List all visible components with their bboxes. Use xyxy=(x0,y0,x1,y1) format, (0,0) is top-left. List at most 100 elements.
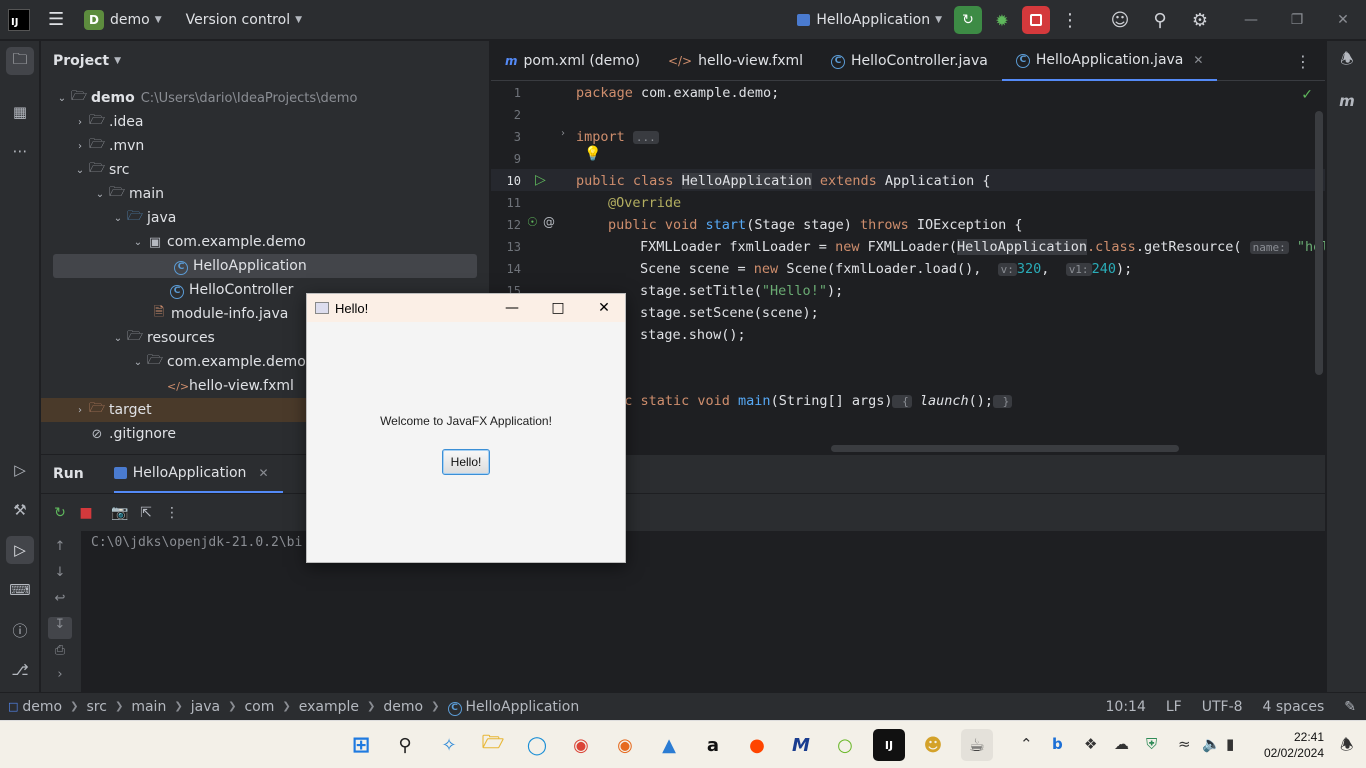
photos-icon[interactable]: ▲ xyxy=(653,729,685,761)
maximize-button[interactable]: ❐ xyxy=(1274,12,1320,28)
search-icon[interactable]: ⚲ xyxy=(1140,10,1180,31)
caret-position[interactable]: 10:14 xyxy=(1106,699,1146,715)
line-separator[interactable]: LF xyxy=(1166,699,1182,715)
tab-options-icon[interactable]: ⋮ xyxy=(1295,52,1311,71)
pea-app-icon[interactable]: ○ xyxy=(829,729,861,761)
fold-chevron-icon[interactable]: › xyxy=(561,128,565,139)
code-area[interactable]: package com.example.demo; import ... pub… xyxy=(576,82,1325,454)
debug-button[interactable]: ✹ xyxy=(988,6,1016,34)
project-badge[interactable]: D xyxy=(84,9,104,30)
breadcrumb-item[interactable]: com xyxy=(244,699,274,715)
tree-item-demo[interactable]: ⌄ 🗁 demo C:\Users\dario\IdeaProjects\dem… xyxy=(41,86,489,110)
soft-wrap-icon[interactable]: ↩ xyxy=(48,591,72,613)
more-icon[interactable]: ⋮ xyxy=(159,505,185,521)
arrow-down-icon[interactable]: ↓ xyxy=(48,565,72,587)
lock-icon[interactable]: ✎ xyxy=(1344,699,1356,715)
hello-button[interactable]: Hello! xyxy=(442,449,490,475)
security-shield-icon[interactable]: ⛨ xyxy=(1146,735,1157,753)
breadcrumb-item[interactable]: HelloApplication xyxy=(466,699,580,715)
folded-imports[interactable]: ... xyxy=(632,131,659,144)
wifi-icon[interactable]: ≈ xyxy=(1178,735,1191,753)
run-tab-helloapplication[interactable]: HelloApplication ✕ xyxy=(113,455,283,493)
tree-item-src[interactable]: ⌄ 🗁 src xyxy=(41,158,489,182)
amazon-icon[interactable]: a xyxy=(697,729,729,761)
problems-tool-icon[interactable]: ⓘ xyxy=(6,616,34,644)
fx-minimize-button[interactable]: — xyxy=(489,294,535,322)
print-icon[interactable]: ⎙ xyxy=(48,643,72,665)
tree-item-main[interactable]: ⌄ 🗁 main xyxy=(41,182,489,206)
console-output[interactable]: C:\0\jdks\openjdk-21.0.2\bi xyxy=(81,531,1325,692)
minimize-button[interactable]: — xyxy=(1228,12,1274,28)
chevron-down-icon[interactable]: ⌄ xyxy=(131,357,145,368)
intellij-taskbar-icon[interactable]: IJ xyxy=(873,729,905,761)
main-menu-icon[interactable]: ☰ xyxy=(48,9,66,30)
run-config-selector[interactable]: HelloApplication ▼ xyxy=(797,12,942,28)
app-m-icon[interactable]: M xyxy=(785,729,817,761)
rerun-button[interactable]: ↻ xyxy=(954,6,982,34)
terminal-tool-icon[interactable]: ⌨ xyxy=(6,576,34,604)
chevron-right-icon[interactable]: › xyxy=(73,405,87,416)
tree-item-java[interactable]: ⌄ 🗁 java xyxy=(41,206,489,230)
notifications-bell-icon[interactable]: 🕭 xyxy=(1333,47,1361,75)
chrome-browser-icon[interactable]: ◉ xyxy=(565,729,597,761)
breadcrumb-item[interactable]: java xyxy=(191,699,220,715)
tree-item-idea[interactable]: › 🗁 .idea xyxy=(41,110,489,134)
tree-item-mvn[interactable]: › 🗁 .mvn xyxy=(41,134,489,158)
chevron-down-icon[interactable]: ⌄ xyxy=(73,165,87,176)
chevron-right-icon[interactable]: › xyxy=(48,667,72,689)
maven-tool-icon[interactable]: m xyxy=(1333,87,1361,115)
tree-item-package[interactable]: ⌄ ▣ com.example.demo xyxy=(41,230,489,254)
search-icon[interactable]: ⚲ xyxy=(389,729,421,761)
breadcrumb-item[interactable]: main xyxy=(131,699,166,715)
fx-maximize-button[interactable]: □ xyxy=(535,294,581,322)
more-actions-icon[interactable]: ⋮ xyxy=(1050,10,1090,31)
volume-icon[interactable]: 🔈 xyxy=(1202,735,1221,753)
close-tab-icon[interactable]: ✕ xyxy=(258,466,268,480)
indent-setting[interactable]: 4 spaces xyxy=(1263,699,1325,715)
project-name-dropdown[interactable]: demo xyxy=(110,12,150,28)
reddit-icon[interactable]: ● xyxy=(741,729,773,761)
tab-hellocontroller-java[interactable]: C HelloController.java xyxy=(817,41,1002,81)
build-tool-icon[interactable]: ⚒ xyxy=(6,496,34,524)
annotation-gutter-icon[interactable]: @ xyxy=(543,215,555,229)
firefox-browser-icon[interactable]: ◉ xyxy=(609,729,641,761)
stop-button[interactable] xyxy=(1022,6,1050,34)
chevron-right-icon[interactable]: › xyxy=(73,117,87,128)
git-tool-icon[interactable]: ⎇ xyxy=(6,656,34,684)
chevron-down-icon[interactable]: ⌄ xyxy=(111,213,125,224)
close-tab-icon[interactable]: ✕ xyxy=(1193,53,1203,67)
structure-tool-icon[interactable]: ▦ xyxy=(6,98,34,126)
chevron-down-icon[interactable]: ⌄ xyxy=(93,189,107,200)
fx-close-button[interactable]: ✕ xyxy=(581,294,627,322)
more-tools-icon[interactable]: ⋯ xyxy=(6,137,34,165)
breadcrumb-item[interactable]: src xyxy=(87,699,107,715)
windows-start-icon[interactable]: ⊞ xyxy=(345,729,377,761)
close-window-button[interactable]: ✕ xyxy=(1320,12,1366,28)
battery-icon[interactable]: ▮ xyxy=(1226,735,1234,753)
camera-icon[interactable]: 📷 xyxy=(107,505,133,521)
tab-helloapplication-java[interactable]: C HelloApplication.java ✕ xyxy=(1001,41,1218,81)
project-tool-icon[interactable]: 🗀 xyxy=(6,47,34,75)
chevron-down-icon[interactable]: ⌄ xyxy=(111,333,125,344)
run-tool-icon[interactable]: ▷ xyxy=(6,536,34,564)
exit-icon[interactable]: ⇱ xyxy=(133,505,159,521)
tree-item-helloapplication[interactable]: C HelloApplication xyxy=(53,254,477,278)
scroll-to-end-icon[interactable]: ↧ xyxy=(48,617,72,639)
notifications-bell-icon[interactable]: 🕭 xyxy=(1340,735,1353,760)
tab-hello-view-fxml[interactable]: </> hello-view.fxml xyxy=(654,41,817,81)
vertical-scrollbar[interactable] xyxy=(1315,111,1323,375)
taskbar-clock[interactable]: 22:41 02/02/2024 xyxy=(1264,729,1324,761)
chevron-right-icon[interactable]: › xyxy=(73,141,87,152)
breadcrumb-item[interactable]: example xyxy=(299,699,359,715)
file-explorer-icon[interactable]: 🗁 xyxy=(477,729,509,761)
bing-icon[interactable]: b xyxy=(1052,735,1063,753)
chevron-down-icon[interactable]: ⌄ xyxy=(131,237,145,248)
no-problems-check-icon[interactable]: ✓ xyxy=(1301,87,1313,103)
vscode-icon[interactable]: ✧ xyxy=(433,729,465,761)
vcs-dropdown[interactable]: Version control xyxy=(186,12,290,28)
override-gutter-icon[interactable]: ☉ xyxy=(527,215,538,229)
breadcrumb-item[interactable]: demo xyxy=(383,699,423,715)
tab-pom-xml[interactable]: m pom.xml (demo) xyxy=(491,41,654,81)
edge-browser-icon[interactable]: ◯ xyxy=(521,729,553,761)
arrow-up-icon[interactable]: ↑ xyxy=(48,539,72,561)
